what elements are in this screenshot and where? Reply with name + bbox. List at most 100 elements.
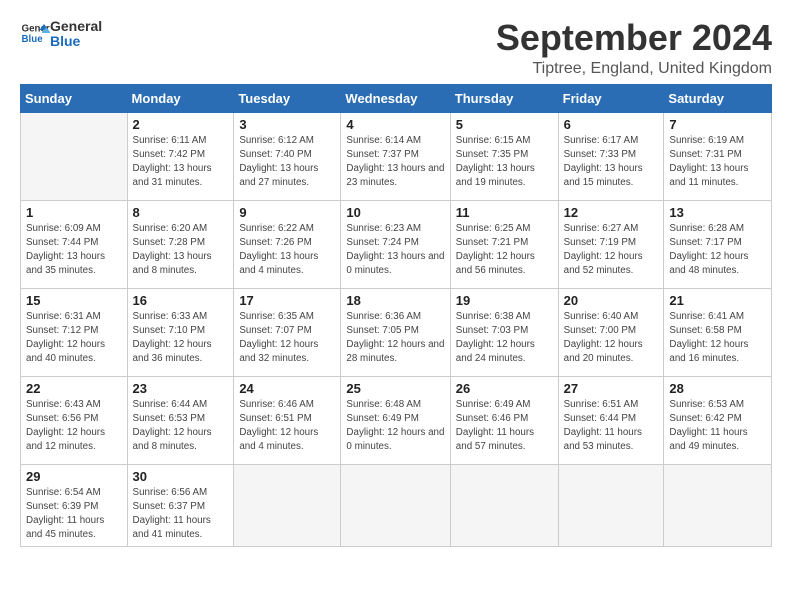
logo-line2: Blue [50, 34, 102, 49]
day-info: Sunrise: 6:25 AM Sunset: 7:21 PM Dayligh… [456, 222, 553, 279]
day-number: 28 [669, 381, 766, 396]
day-number: 27 [564, 381, 659, 396]
day-info: Sunrise: 6:40 AM Sunset: 7:00 PM Dayligh… [564, 310, 659, 367]
day-number: 8 [133, 205, 229, 220]
table-row: 3 Sunrise: 6:12 AM Sunset: 7:40 PM Daylig… [234, 112, 341, 200]
day-number: 20 [564, 293, 659, 308]
table-row: 29Sunrise: 6:54 AM Sunset: 6:39 PM Dayli… [21, 464, 128, 547]
svg-text:Blue: Blue [22, 34, 44, 45]
day-info: Sunrise: 6:38 AM Sunset: 7:03 PM Dayligh… [456, 310, 553, 367]
day-number: 1 [26, 205, 122, 220]
day-number: 5 [456, 117, 553, 132]
day-number: 15 [26, 293, 122, 308]
location-subtitle: Tiptree, England, United Kingdom [496, 60, 772, 78]
day-number: 13 [669, 205, 766, 220]
table-row: 6 Sunrise: 6:17 AM Sunset: 7:33 PM Daylig… [558, 112, 664, 200]
table-row: 7 Sunrise: 6:19 AM Sunset: 7:31 PM Daylig… [664, 112, 772, 200]
table-row: 30 Sunrise: 6:56 AM Sunset: 6:37 PM Dayli… [127, 464, 234, 547]
day-number: 17 [239, 293, 335, 308]
table-row [341, 464, 450, 547]
calendar-table: Sunday Monday Tuesday Wednesday Thursday… [20, 84, 772, 548]
day-info: Sunrise: 6:46 AM Sunset: 6:51 PM Dayligh… [239, 398, 335, 455]
table-row: 18 Sunrise: 6:36 AM Sunset: 7:05 PM Dayli… [341, 288, 450, 376]
day-info: Sunrise: 6:36 AM Sunset: 7:05 PM Dayligh… [346, 310, 444, 367]
day-number: 4 [346, 117, 444, 132]
table-row: 5 Sunrise: 6:15 AM Sunset: 7:35 PM Daylig… [450, 112, 558, 200]
day-info: Sunrise: 6:43 AM Sunset: 6:56 PM Dayligh… [26, 398, 122, 455]
header-sunday: Sunday [21, 84, 128, 112]
logo: General Blue General Blue [20, 18, 102, 50]
day-info: Sunrise: 6:22 AM Sunset: 7:26 PM Dayligh… [239, 222, 335, 279]
calendar-header-row: Sunday Monday Tuesday Wednesday Thursday… [21, 84, 772, 112]
header-tuesday: Tuesday [234, 84, 341, 112]
table-row [664, 464, 772, 547]
day-info: Sunrise: 6:33 AM Sunset: 7:10 PM Dayligh… [133, 310, 229, 367]
day-number: 23 [133, 381, 229, 396]
day-info: Sunrise: 6:11 AM Sunset: 7:42 PM Dayligh… [133, 134, 229, 191]
header-friday: Friday [558, 84, 664, 112]
day-info: Sunrise: 6:56 AM Sunset: 6:37 PM Dayligh… [133, 486, 229, 543]
table-row: 24 Sunrise: 6:46 AM Sunset: 6:51 PM Dayli… [234, 376, 341, 464]
day-info: Sunrise: 6:27 AM Sunset: 7:19 PM Dayligh… [564, 222, 659, 279]
table-row: 13 Sunrise: 6:28 AM Sunset: 7:17 PM Dayli… [664, 200, 772, 288]
day-info: Sunrise: 6:54 AM Sunset: 6:39 PM Dayligh… [26, 486, 122, 543]
day-info: Sunrise: 6:15 AM Sunset: 7:35 PM Dayligh… [456, 134, 553, 191]
day-info: Sunrise: 6:20 AM Sunset: 7:28 PM Dayligh… [133, 222, 229, 279]
table-row: 23 Sunrise: 6:44 AM Sunset: 6:53 PM Dayli… [127, 376, 234, 464]
table-row: 10 Sunrise: 6:23 AM Sunset: 7:24 PM Dayli… [341, 200, 450, 288]
day-info: Sunrise: 6:28 AM Sunset: 7:17 PM Dayligh… [669, 222, 766, 279]
day-number: 2 [133, 117, 229, 132]
day-number: 10 [346, 205, 444, 220]
header-monday: Monday [127, 84, 234, 112]
table-row: 21 Sunrise: 6:41 AM Sunset: 6:58 PM Dayli… [664, 288, 772, 376]
table-row: 1 Sunrise: 6:09 AM Sunset: 7:44 PM Daylig… [21, 200, 128, 288]
day-info: Sunrise: 6:35 AM Sunset: 7:07 PM Dayligh… [239, 310, 335, 367]
day-number: 30 [133, 469, 229, 484]
day-number: 25 [346, 381, 444, 396]
day-number: 3 [239, 117, 335, 132]
day-info: Sunrise: 6:14 AM Sunset: 7:37 PM Dayligh… [346, 134, 444, 191]
day-info: Sunrise: 6:41 AM Sunset: 6:58 PM Dayligh… [669, 310, 766, 367]
day-number: 16 [133, 293, 229, 308]
day-number: 12 [564, 205, 659, 220]
day-info: Sunrise: 6:09 AM Sunset: 7:44 PM Dayligh… [26, 222, 122, 279]
day-number: 26 [456, 381, 553, 396]
day-info: Sunrise: 6:19 AM Sunset: 7:31 PM Dayligh… [669, 134, 766, 191]
table-row: 4 Sunrise: 6:14 AM Sunset: 7:37 PM Daylig… [341, 112, 450, 200]
table-row: 27Sunrise: 6:51 AM Sunset: 6:44 PM Dayli… [558, 376, 664, 464]
page-title: September 2024 [496, 18, 772, 58]
table-row: 8 Sunrise: 6:20 AM Sunset: 7:28 PM Daylig… [127, 200, 234, 288]
day-number: 21 [669, 293, 766, 308]
table-row: 16 Sunrise: 6:33 AM Sunset: 7:10 PM Dayli… [127, 288, 234, 376]
table-row: 17 Sunrise: 6:35 AM Sunset: 7:07 PM Dayli… [234, 288, 341, 376]
day-info: Sunrise: 6:31 AM Sunset: 7:12 PM Dayligh… [26, 310, 122, 367]
table-row: 26 Sunrise: 6:49 AM Sunset: 6:46 PM Dayli… [450, 376, 558, 464]
table-row: 12 Sunrise: 6:27 AM Sunset: 7:19 PM Dayli… [558, 200, 664, 288]
logo-line1: General [50, 19, 102, 34]
day-number: 7 [669, 117, 766, 132]
day-info: Sunrise: 6:12 AM Sunset: 7:40 PM Dayligh… [239, 134, 335, 191]
table-row [558, 464, 664, 547]
day-number: 9 [239, 205, 335, 220]
day-number: 22 [26, 381, 122, 396]
table-row: 20 Sunrise: 6:40 AM Sunset: 7:00 PM Dayli… [558, 288, 664, 376]
table-row: 15 Sunrise: 6:31 AM Sunset: 7:12 PM Dayli… [21, 288, 128, 376]
day-number: 18 [346, 293, 444, 308]
table-row: 9 Sunrise: 6:22 AM Sunset: 7:26 PM Daylig… [234, 200, 341, 288]
header-thursday: Thursday [450, 84, 558, 112]
day-info: Sunrise: 6:17 AM Sunset: 7:33 PM Dayligh… [564, 134, 659, 191]
header-saturday: Saturday [664, 84, 772, 112]
day-info: Sunrise: 6:48 AM Sunset: 6:49 PM Dayligh… [346, 398, 444, 455]
day-number: 6 [564, 117, 659, 132]
table-row: 11Sunrise: 6:25 AM Sunset: 7:21 PM Dayli… [450, 200, 558, 288]
table-row: 25 Sunrise: 6:48 AM Sunset: 6:49 PM Dayli… [341, 376, 450, 464]
day-info: Sunrise: 6:49 AM Sunset: 6:46 PM Dayligh… [456, 398, 553, 455]
table-row [450, 464, 558, 547]
day-info: Sunrise: 6:53 AM Sunset: 6:42 PM Dayligh… [669, 398, 766, 455]
table-row: 28 Sunrise: 6:53 AM Sunset: 6:42 PM Dayli… [664, 376, 772, 464]
day-info: Sunrise: 6:44 AM Sunset: 6:53 PM Dayligh… [133, 398, 229, 455]
table-row: 22 Sunrise: 6:43 AM Sunset: 6:56 PM Dayli… [21, 376, 128, 464]
table-row: 2 Sunrise: 6:11 AM Sunset: 7:42 PM Daylig… [127, 112, 234, 200]
day-number: 24 [239, 381, 335, 396]
day-info: Sunrise: 6:23 AM Sunset: 7:24 PM Dayligh… [346, 222, 444, 279]
